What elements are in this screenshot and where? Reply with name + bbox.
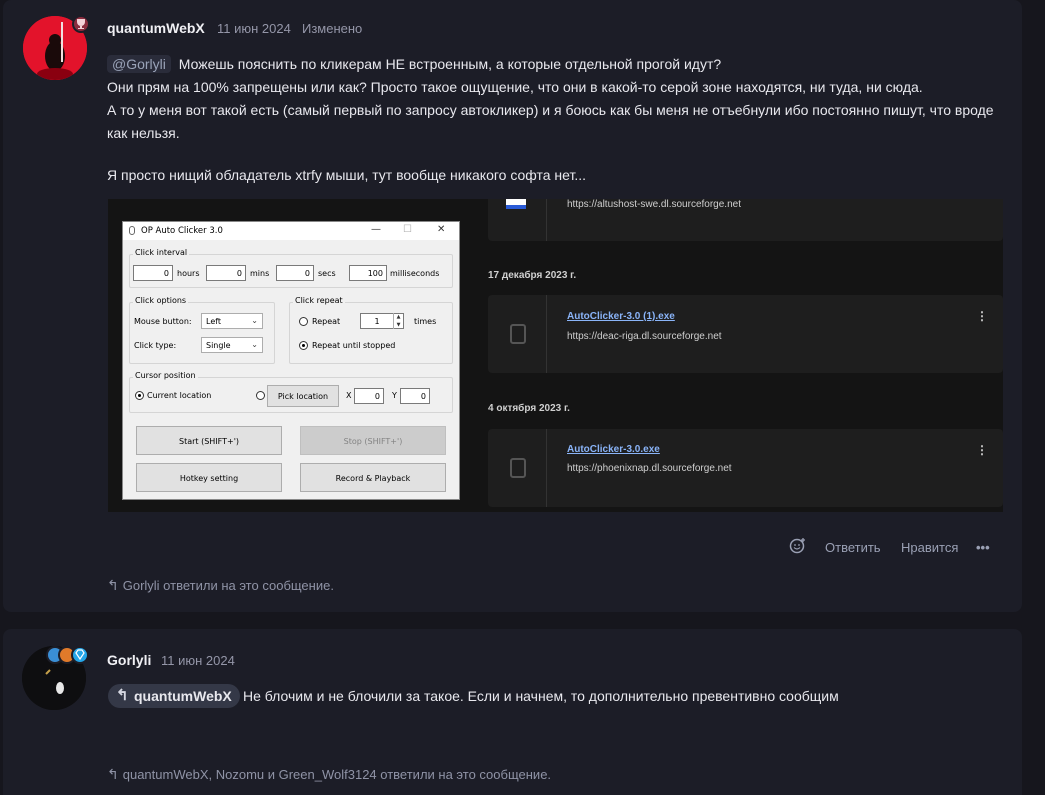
window-title: OP Auto Clicker 3.0 <box>141 226 223 236</box>
mouse-button-select[interactable]: Left ⌄ <box>201 313 263 329</box>
y-input[interactable]: 0 <box>400 388 430 404</box>
body-line: Я просто нищий обладатель xtrfy мыши, ту… <box>107 167 587 183</box>
chevron-down-icon: ⌄ <box>251 340 258 349</box>
trophy-badge-icon <box>72 15 90 33</box>
click-type-label: Click type: <box>134 341 177 350</box>
diamond-badge-icon <box>71 646 89 664</box>
stop-button[interactable]: Stop (SHIFT+') <box>300 426 446 455</box>
repeat-count-value: 1 <box>374 317 380 326</box>
edited-label[interactable]: Изменено <box>302 21 362 36</box>
secs-label: secs <box>318 269 336 278</box>
repeat-label: Repeat <box>312 317 341 326</box>
body-line: Можешь пояснить по кликерам НЕ встроенны… <box>178 56 722 72</box>
body-line: как нельзя. <box>107 125 180 141</box>
more-options-icon[interactable]: ⋮ <box>976 309 988 323</box>
replies-note-text: quantumWebX, Nozomu и Green_Wolf3124 отв… <box>122 767 552 782</box>
download-url: https://altushost-swe.dl.sourceforge.net <box>567 199 741 210</box>
spinner-icon[interactable]: ▲ ▼ <box>393 313 403 329</box>
download-item[interactable]: https://altushost-swe.dl.sourceforge.net <box>488 199 1003 241</box>
record-playback-button[interactable]: Record & Playback <box>300 463 446 492</box>
replies-note[interactable]: ↰ Gorlyli ответили на это сообщение. <box>107 577 334 594</box>
close-icon[interactable]: ✕ <box>437 224 445 235</box>
replies-note-text: Gorlyli ответили на это сообщение. <box>122 578 334 593</box>
reply-arrow-icon: ↰ <box>116 687 129 704</box>
pick-location-radio[interactable] <box>256 391 265 400</box>
more-actions-button[interactable]: ••• <box>976 540 990 555</box>
selected-value: Single <box>206 341 231 350</box>
current-location-label: Current location <box>147 391 212 400</box>
repeat-count-input[interactable]: 1 ▲ ▼ <box>360 313 404 329</box>
maximize-icon[interactable]: ☐ <box>403 224 412 235</box>
current-location-radio[interactable] <box>135 391 144 400</box>
mouse-icon <box>510 324 526 344</box>
selected-value: Left <box>206 317 222 326</box>
click-repeat-group <box>289 302 453 364</box>
installer-icon <box>506 199 526 209</box>
reply-arrow-icon: ↰ <box>107 577 119 593</box>
group-label: Click options <box>133 296 189 305</box>
repeat-until-stopped-label: Repeat until stopped <box>312 341 396 350</box>
attached-screenshot[interactable]: https://altushost-swe.dl.sourceforge.net… <box>108 199 1003 512</box>
reply-button[interactable]: Ответить <box>825 540 881 555</box>
add-reaction-icon[interactable] <box>789 537 806 557</box>
mins-input[interactable]: 0 <box>206 265 246 281</box>
group-label: Click interval <box>133 248 190 257</box>
mouse-button-label: Mouse button: <box>134 317 192 326</box>
x-input[interactable]: 0 <box>354 388 384 404</box>
y-label: Y <box>392 391 397 400</box>
times-label: times <box>414 317 437 326</box>
repeat-until-stopped-radio[interactable] <box>299 341 308 350</box>
hotkey-setting-button[interactable]: Hotkey setting <box>136 463 282 492</box>
post-author[interactable]: quantumWebX <box>107 20 205 36</box>
download-filename[interactable]: AutoClicker-3.0 (1).exe <box>567 311 675 322</box>
start-button[interactable]: Start (SHIFT+') <box>136 426 282 455</box>
post-date[interactable]: 11 июн 2024 <box>161 653 235 668</box>
repeat-radio[interactable] <box>299 317 308 326</box>
quoted-author: quantumWebX <box>134 688 232 704</box>
milliseconds-input[interactable]: 100 <box>349 265 387 281</box>
post-body: @Gorlyli Можешь пояснить по кликерам НЕ … <box>107 53 1007 145</box>
more-options-icon[interactable]: ⋮ <box>976 443 988 457</box>
mouse-icon <box>129 226 135 235</box>
group-label: Cursor position <box>133 371 198 380</box>
chevron-down-icon: ⌄ <box>251 316 258 325</box>
mouse-icon <box>510 458 526 478</box>
download-url: https://phoenixnap.dl.sourceforge.net <box>567 463 732 474</box>
download-item[interactable]: AutoClicker-3.0.exe https://phoenixnap.d… <box>488 429 1003 507</box>
like-button[interactable]: Нравится <box>901 540 958 555</box>
milliseconds-label: milliseconds <box>390 269 440 278</box>
body-line: Они прям на 100% запрещены или как? Прос… <box>107 79 923 95</box>
hours-label: hours <box>177 269 200 278</box>
download-url: https://deac-riga.dl.sourceforge.net <box>567 331 722 342</box>
reply-arrow-icon: ↰ <box>107 766 119 782</box>
click-options-group <box>129 302 275 364</box>
window-titlebar: OP Auto Clicker 3.0 — ☐ ✕ <box>123 222 459 240</box>
reply-quote-chip[interactable]: ↰ quantumWebX <box>108 684 240 708</box>
group-label: Click repeat <box>293 296 345 305</box>
post-body: Не блочим и не блочили за такое. Если и … <box>243 688 839 704</box>
body-line: А то у меня вот такой есть (самый первый… <box>107 102 994 118</box>
secs-input[interactable]: 0 <box>276 265 314 281</box>
x-label: X <box>346 391 352 400</box>
download-date: 17 декабря 2023 г. <box>488 270 577 281</box>
download-filename[interactable]: AutoClicker-3.0.exe <box>567 444 660 455</box>
download-date: 4 октября 2023 г. <box>488 403 570 414</box>
minimize-icon[interactable]: — <box>371 224 381 235</box>
click-type-select[interactable]: Single ⌄ <box>201 337 263 353</box>
mins-label: mins <box>250 269 270 278</box>
post-date[interactable]: 11 июн 2024 <box>217 21 291 36</box>
hours-input[interactable]: 0 <box>133 265 173 281</box>
download-item[interactable]: AutoClicker-3.0 (1).exe https://deac-rig… <box>488 295 1003 373</box>
replies-note[interactable]: ↰ quantumWebX, Nozomu и Green_Wolf3124 от… <box>107 766 551 783</box>
pick-location-button[interactable]: Pick location <box>267 385 339 407</box>
user-mention[interactable]: @Gorlyli <box>107 55 171 73</box>
auto-clicker-window: OP Auto Clicker 3.0 — ☐ ✕ Click interval… <box>122 221 460 500</box>
post-author[interactable]: Gorlyli <box>107 652 151 668</box>
